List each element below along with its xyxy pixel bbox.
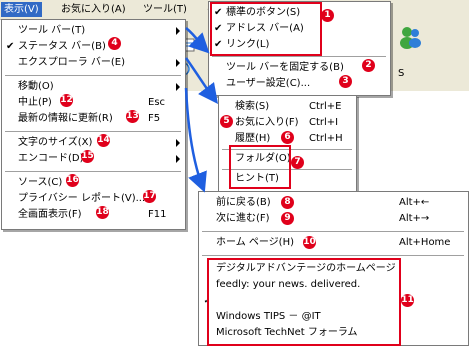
badge-5: 5 bbox=[220, 115, 233, 128]
badge-13: 13 bbox=[126, 110, 139, 123]
badge-7: 7 bbox=[291, 156, 304, 169]
badge-18: 18 bbox=[96, 206, 109, 219]
badge-17: 17 bbox=[143, 190, 156, 203]
badge-11: 11 bbox=[401, 294, 414, 307]
badge-14: 14 bbox=[97, 134, 110, 147]
badge-15: 15 bbox=[81, 150, 94, 163]
highlight-history-list bbox=[207, 258, 401, 346]
badge-8: 8 bbox=[281, 196, 294, 209]
arrow-toolbars bbox=[185, 27, 210, 54]
arrow-explorer-bar bbox=[184, 57, 218, 105]
highlight-folder-tips bbox=[229, 145, 291, 189]
badge-9: 9 bbox=[281, 212, 294, 225]
badge-2: 2 bbox=[362, 59, 375, 72]
highlight-toolbar-items bbox=[210, 2, 322, 56]
badge-1: 1 bbox=[321, 9, 334, 22]
badge-4: 4 bbox=[108, 37, 121, 50]
badge-12: 12 bbox=[60, 94, 73, 107]
badge-10: 10 bbox=[303, 236, 316, 249]
badge-3: 3 bbox=[339, 75, 352, 88]
arrow-goto bbox=[184, 87, 207, 193]
badge-16: 16 bbox=[66, 174, 79, 187]
badge-6: 6 bbox=[281, 131, 294, 144]
